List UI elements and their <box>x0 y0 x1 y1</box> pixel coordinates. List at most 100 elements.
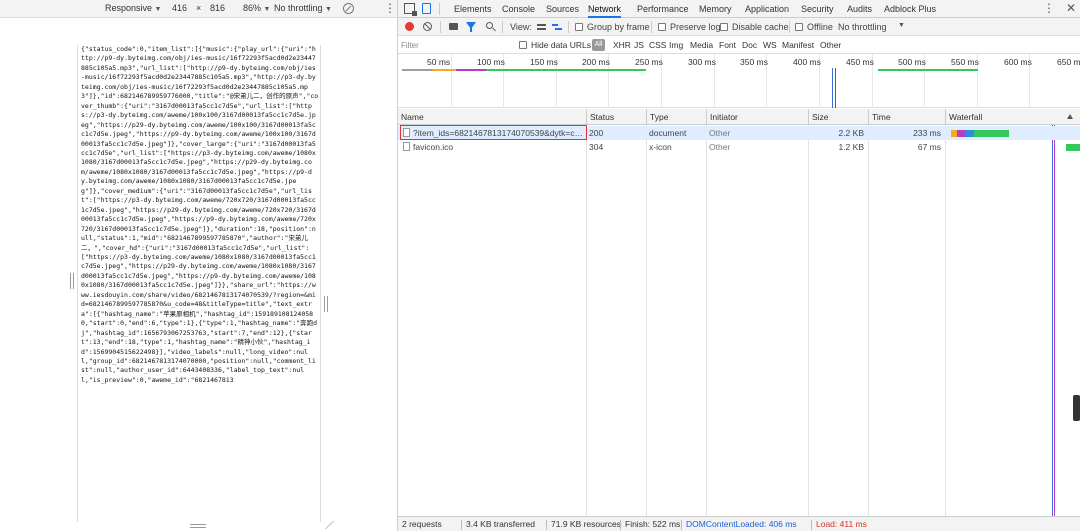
filter-doc[interactable]: Doc <box>742 40 757 50</box>
filter-js[interactable]: JS <box>634 40 644 50</box>
overview-tick: 350 ms <box>740 57 768 67</box>
device-toggle-icon[interactable] <box>422 3 431 14</box>
filter-other[interactable]: Other <box>820 40 841 50</box>
throttling-select[interactable]: No throttling ▼ <box>274 3 332 13</box>
column-divider <box>586 125 587 516</box>
overview-tick: 450 ms <box>846 57 874 67</box>
filter-media[interactable]: Media <box>690 40 713 50</box>
request-size: 2.2 KB <box>838 128 864 138</box>
filter-icon[interactable] <box>466 22 476 32</box>
toolbar-divider <box>440 21 441 33</box>
resize-handle-bottom[interactable] <box>190 524 206 528</box>
filter-css[interactable]: CSS <box>649 40 666 50</box>
column-divider <box>808 125 809 516</box>
group-by-frame-checkbox[interactable] <box>575 23 583 31</box>
chevron-down-icon: ▼ <box>263 6 271 13</box>
overview-tick: 550 ms <box>951 57 979 67</box>
more-options-icon[interactable]: ⋮ <box>1043 1 1055 15</box>
timeline-overview[interactable]: 50 ms 100 ms 150 ms 200 ms 250 ms 300 ms… <box>398 54 1080 108</box>
table-row[interactable]: favicon.ico 304 x-icon Other 1.2 KB 67 m… <box>398 140 1080 154</box>
device-viewport[interactable]: {"status_code":0,"item_list":[{"music":{… <box>77 45 321 522</box>
network-toolbar: View: Group by frame Preserve log Disabl… <box>398 18 1080 36</box>
more-options-icon[interactable]: ⋮ <box>384 1 396 15</box>
record-icon[interactable] <box>405 22 414 31</box>
waterfall-segment <box>966 130 974 137</box>
tab-performance[interactable]: Performance <box>637 0 689 18</box>
column-header-time[interactable]: Time <box>868 109 945 125</box>
rotate-icon[interactable] <box>343 3 354 14</box>
column-header-name[interactable]: Name <box>398 109 586 125</box>
zoom-select[interactable]: 86% ▼ <box>243 3 270 13</box>
column-header-status[interactable]: Status <box>586 109 646 125</box>
device-select[interactable]: Responsive ▼ <box>105 3 161 13</box>
throttling-select[interactable]: No throttling <box>838 22 887 32</box>
tab-elements[interactable]: Elements <box>454 0 492 18</box>
waterfall-segment <box>974 130 1009 137</box>
request-name-cell[interactable]: favicon.ico <box>400 140 586 154</box>
overview-request-bar <box>456 69 486 71</box>
filter-img[interactable]: Img <box>669 40 683 50</box>
clear-icon[interactable] <box>423 22 432 31</box>
hide-data-urls-checkbox[interactable] <box>519 41 527 49</box>
preserve-log-checkbox[interactable] <box>658 23 666 31</box>
device-select-label: Responsive <box>105 3 153 13</box>
height-input[interactable]: 816 <box>210 3 225 13</box>
document-icon <box>403 142 410 151</box>
width-input[interactable]: 416 <box>172 3 187 13</box>
large-rows-icon[interactable] <box>537 24 546 30</box>
overview-request-bar <box>432 69 456 71</box>
filter-input[interactable] <box>401 38 516 52</box>
load-time: Load: 411 ms <box>816 519 867 529</box>
request-type: x-icon <box>649 142 672 152</box>
filter-manifest[interactable]: Manifest <box>782 40 814 50</box>
resize-handle-left[interactable] <box>70 273 75 289</box>
search-icon[interactable] <box>486 22 493 29</box>
chevron-down-icon[interactable]: ▼ <box>898 22 905 29</box>
status-divider <box>681 520 682 530</box>
inspect-element-icon[interactable] <box>404 3 417 16</box>
overview-gridline <box>451 54 452 108</box>
overview-tick: 400 ms <box>793 57 821 67</box>
filter-font[interactable]: Font <box>719 40 736 50</box>
tab-memory[interactable]: Memory <box>699 0 732 18</box>
request-time: 67 ms <box>917 142 941 152</box>
disable-cache-checkbox[interactable] <box>720 23 728 31</box>
overview-icon[interactable] <box>552 23 562 31</box>
status-divider <box>461 520 462 530</box>
overview-tick: 300 ms <box>688 57 716 67</box>
overview-tick: 650 m <box>1057 57 1080 67</box>
sort-ascending-icon[interactable] <box>1067 114 1073 119</box>
column-header-size[interactable]: Size <box>808 109 868 125</box>
requests-table: ?item_ids=6821467813174070539&dytk=c86..… <box>398 125 1080 516</box>
tab-sources[interactable]: Sources <box>546 0 579 18</box>
filter-bar: Hide data URLs All XHR JS CSS Img Media … <box>398 36 1080 54</box>
tab-network[interactable]: Network <box>588 0 622 18</box>
tab-adblock-plus[interactable]: Adblock Plus <box>884 0 936 18</box>
filter-ws[interactable]: WS <box>763 40 777 50</box>
filter-xhr[interactable]: XHR <box>613 40 631 50</box>
column-header-type[interactable]: Type <box>646 109 706 125</box>
tab-console[interactable]: Console <box>502 0 535 18</box>
overview-tick: 100 ms <box>477 57 505 67</box>
tab-audits[interactable]: Audits <box>847 0 872 18</box>
device-toolbar: Responsive ▼ 416 × 816 86% ▼ No throttli… <box>0 0 397 18</box>
hide-data-urls-label: Hide data URLs <box>531 40 592 50</box>
overview-request-bar <box>402 69 432 71</box>
tab-application[interactable]: Application <box>745 0 789 18</box>
column-divider <box>706 125 707 516</box>
close-icon[interactable]: ✕ <box>1066 1 1076 15</box>
request-status: 304 <box>589 142 604 152</box>
filter-all-button[interactable]: All <box>592 39 605 51</box>
resize-handle-right[interactable] <box>324 296 329 312</box>
column-header-initiator[interactable]: Initiator <box>706 109 808 125</box>
screenshot-icon[interactable] <box>449 23 458 30</box>
offline-checkbox[interactable] <box>795 23 803 31</box>
offline-label: Offline <box>807 22 833 32</box>
chevron-down-icon: ▼ <box>325 6 332 13</box>
scrollbar-thumb[interactable] <box>1073 395 1080 421</box>
column-header-waterfall[interactable]: Waterfall <box>945 109 1080 125</box>
load-marker <box>835 68 836 108</box>
load-marker <box>1054 125 1055 516</box>
tab-security[interactable]: Security <box>801 0 834 18</box>
dom-content-loaded-time: DOMContentLoaded: 406 ms <box>686 519 797 529</box>
